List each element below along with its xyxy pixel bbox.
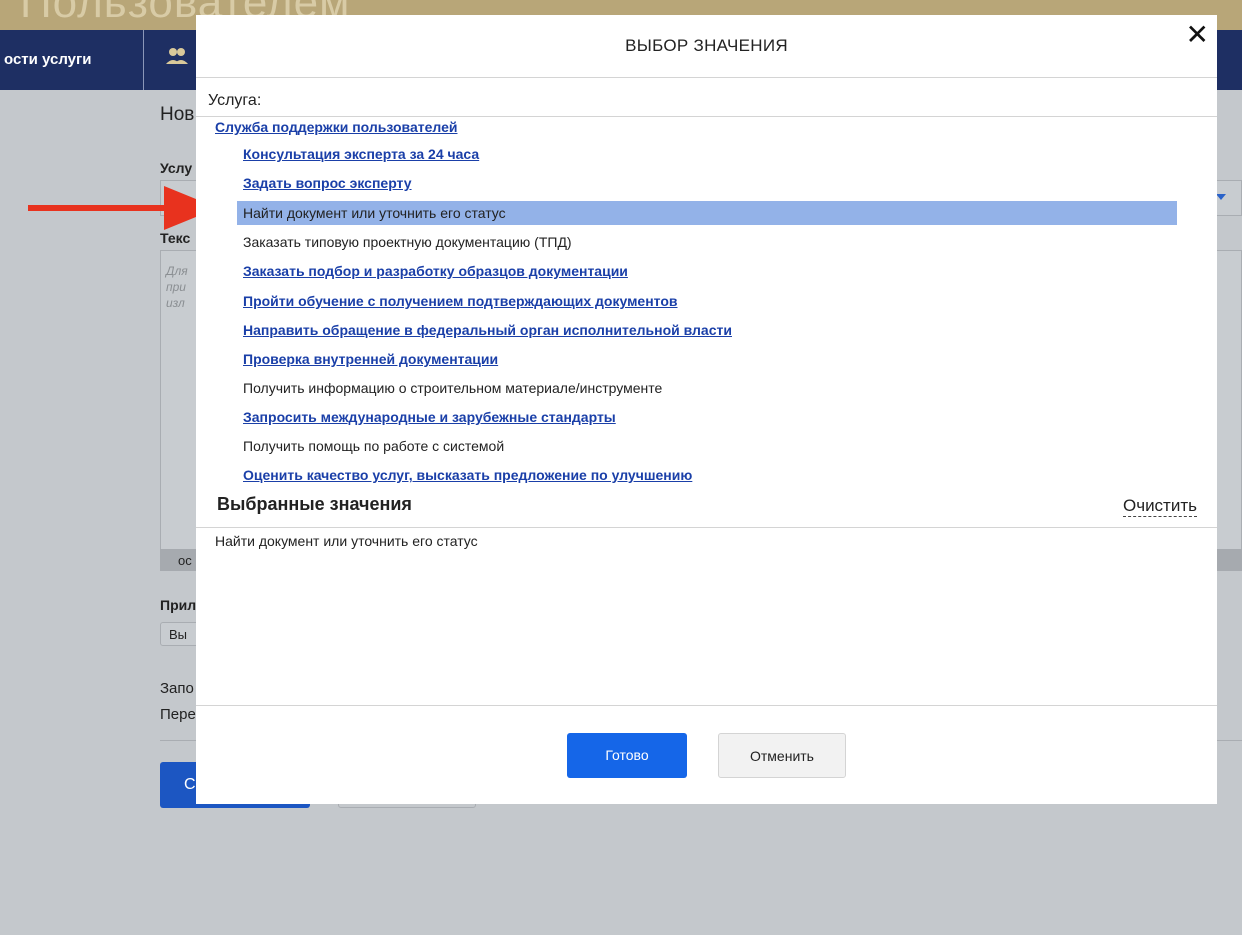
textarea-placeholder-line-2: при [166,280,186,294]
footer-divider [196,705,1217,706]
tree-item[interactable]: Проверка внутренней документации [237,347,498,371]
users-icon[interactable] [164,44,190,70]
service-label: Услуга: [208,92,262,109]
tree-item[interactable]: Консультация эксперта за 24 часа [237,142,479,166]
close-icon[interactable]: ✕ [1186,21,1209,49]
textarea-placeholder-line-3: изл [166,296,185,310]
page-title: Нов [160,104,195,125]
info-line-2: Пере [160,706,196,723]
tree-item-selected[interactable]: Найти документ или уточнить его статус [237,201,1177,225]
tree-item[interactable]: Задать вопрос эксперту [237,171,412,195]
modal-title: ВЫБОР ЗНАЧЕНИЯ [625,36,788,55]
nav-item-service-options[interactable]: ости услуги [0,30,144,90]
tree-item[interactable]: Запросить международные и зарубежные ста… [237,405,616,429]
tree-item[interactable]: Заказать подбор и разработку образцов до… [237,259,628,283]
tree-item[interactable]: Направить обращение в федеральный орган … [237,318,732,342]
header-divider [196,77,1217,78]
done-button[interactable]: Готово [567,733,687,778]
choose-file-label: Вы [169,627,188,642]
tree-item[interactable]: Оценить качество услуг, высказать предло… [237,463,692,487]
cancel-button[interactable]: Отменить [718,733,846,778]
service-tree: Служба поддержки пользователей Консульта… [196,117,1217,483]
text-field-label: Текс [160,230,191,246]
tree-item[interactable]: Получить помощь по работе с системой [237,434,504,458]
service-field-label: Услу [160,160,193,176]
selected-divider [196,527,1217,528]
info-line-1: Запо [160,680,194,697]
tree-item[interactable]: Получить информацию о строительном матер… [237,376,662,400]
textarea-footer-text: ос [178,553,192,568]
clear-link[interactable]: Очистить [1122,496,1197,517]
value-picker-modal: ВЫБОР ЗНАЧЕНИЯ ✕ Услуга: Служба поддержк… [196,15,1217,804]
attachments-label: Прил [160,597,197,613]
select-chevron-down-icon [1216,194,1226,200]
tree-group-support[interactable]: Служба поддержки пользователей [215,119,457,135]
tree-item[interactable]: Заказать типовую проектную документацию … [237,230,572,254]
tree-item[interactable]: Пройти обучение с получением подтверждаю… [237,289,678,313]
selected-values-title: Выбранные значения [217,494,412,514]
selected-value: Найти документ или уточнить его статус [215,533,478,549]
red-arrow-annotation [28,186,218,230]
textarea-placeholder-line-1: Для [166,264,188,278]
